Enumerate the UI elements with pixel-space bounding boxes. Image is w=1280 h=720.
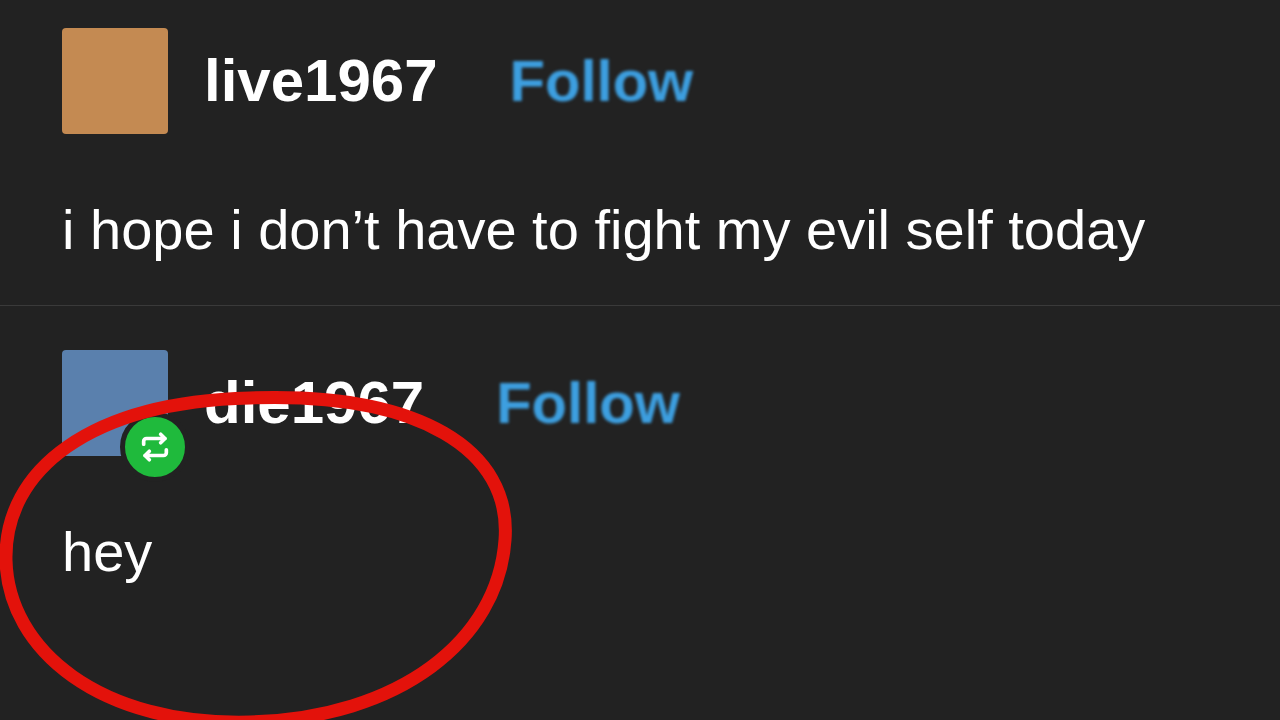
follow-button[interactable]: Follow [496,368,680,438]
avatar[interactable] [62,28,168,134]
post-text: hey [62,502,1172,602]
post-header: die1967 Follow [62,350,1218,456]
post-header: live1967 Follow [62,28,1218,134]
avatar[interactable] [62,350,168,456]
post-thread: live1967 Follow i hope i don’t have to fig… [0,0,1280,612]
post-text: i hope i don’t have to fight my evil sel… [62,180,1172,280]
username[interactable]: die1967 [204,367,424,439]
post: live1967 Follow i hope i don’t have to fig… [0,0,1280,306]
post: die1967 Follow hey [0,306,1280,612]
username[interactable]: live1967 [204,45,438,117]
follow-button[interactable]: Follow [510,46,694,116]
red-circle-annotation [0,0,1280,720]
reblog-icon [120,412,190,482]
